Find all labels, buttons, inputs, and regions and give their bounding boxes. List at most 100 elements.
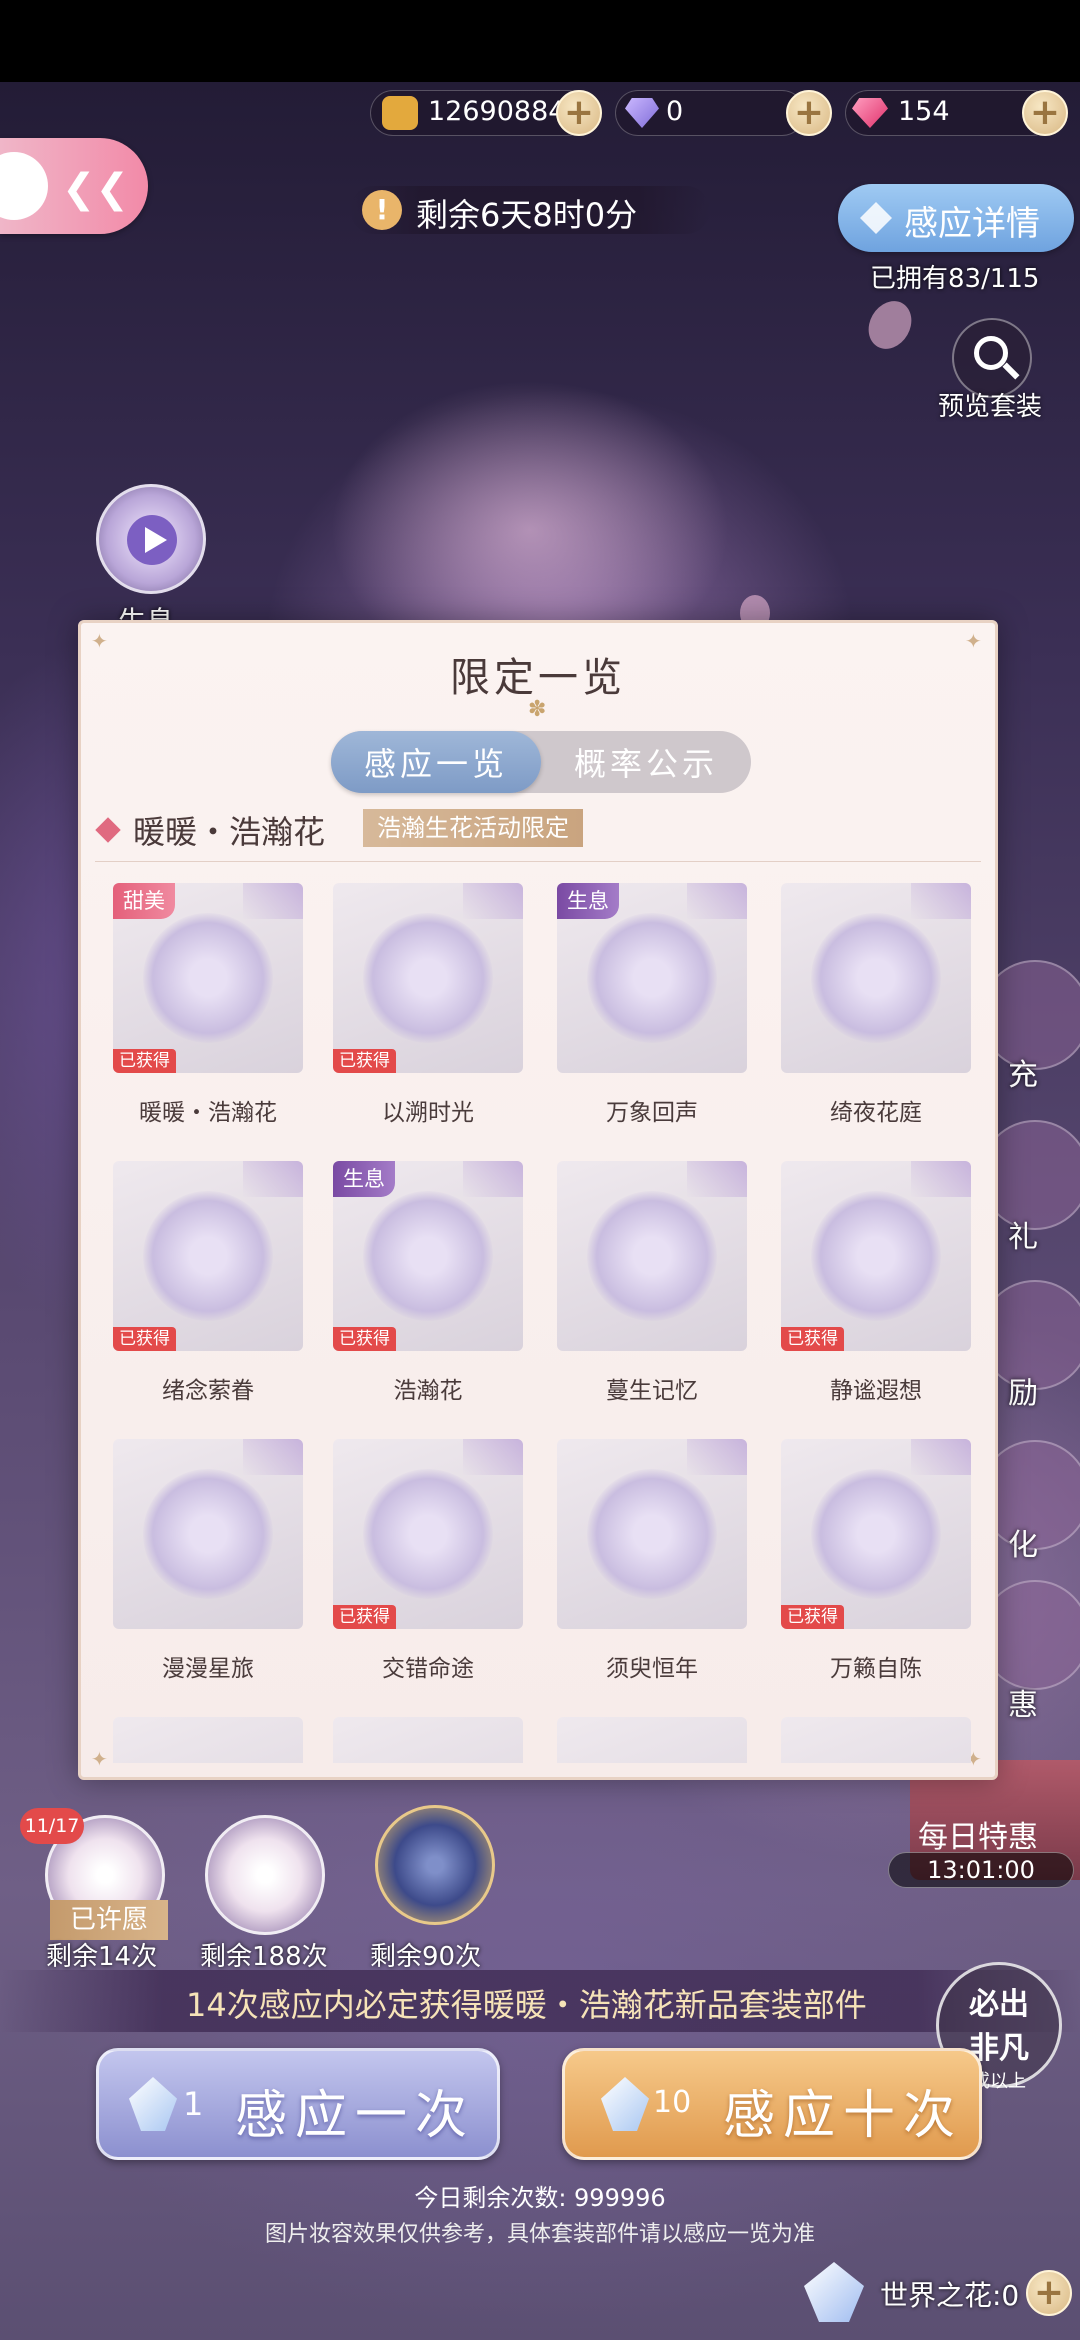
corner-flag-icon <box>687 1161 747 1197</box>
gem-amount: 154 <box>898 96 950 127</box>
set-name: 暖暖・浩瀚花 <box>133 813 326 851</box>
outfit-item-icon <box>363 913 493 1043</box>
wish-remain: 剩余188次 <box>200 1942 328 1972</box>
item-card[interactable]: 已获得 <box>333 883 523 1073</box>
obtained-badge: 已获得 <box>781 1605 844 1629</box>
play-icon <box>145 527 167 553</box>
item-name: 交错命途 <box>382 1656 474 1682</box>
item-name: 以溯时光 <box>382 1100 474 1126</box>
divider <box>95 861 981 862</box>
item-grid: 甜美 已获得 暖暖・浩瀚花 已获得 以溯时光 生息 万象回声 绮夜花庭 已获得 绪念萦眷 生息 已获得… <box>81 883 995 1763</box>
search-icon-handle <box>1002 362 1020 380</box>
outfit-item-icon <box>811 913 941 1043</box>
outfit-item-icon <box>143 1191 273 1321</box>
timer-text: 剩余6天8时0分 <box>416 196 638 234</box>
item-card[interactable] <box>557 1717 747 1763</box>
alert-icon: ! <box>362 190 402 230</box>
obtained-badge: 已获得 <box>333 1049 396 1073</box>
item-name: 万籁自陈 <box>830 1656 922 1682</box>
sense-ten-button[interactable]: 10 感应十次 <box>562 2048 982 2160</box>
side-discount-label: 惠 <box>1008 1688 1038 1723</box>
corner-flag-icon <box>463 883 523 919</box>
item-card[interactable]: 生息 <box>557 883 747 1073</box>
item-style-tag: 生息 <box>333 1161 395 1197</box>
tab-sense-overview[interactable]: 感应一览 <box>331 731 541 793</box>
item-card[interactable] <box>557 1161 747 1351</box>
item-card[interactable] <box>557 1439 747 1629</box>
disclaimer: 图片妆容效果仅供参考，具体套装部件请以感应一览为准 <box>264 2222 815 2247</box>
add-gold-button[interactable]: + <box>556 90 602 136</box>
item-card[interactable] <box>113 1717 303 1763</box>
owned-count: 已拥有83/115 <box>870 264 1040 294</box>
corner-flag-icon <box>463 1161 523 1197</box>
item-style-tag: 生息 <box>557 883 619 919</box>
outfit-item-icon <box>363 1191 493 1321</box>
item-card[interactable] <box>333 1717 523 1763</box>
world-flower-count: 世界之花:0 <box>880 2279 1020 2312</box>
item-card[interactable]: 已获得 <box>113 1161 303 1351</box>
diamond-bullet-icon <box>95 817 121 843</box>
ten-count: 10 <box>653 2085 692 2120</box>
corner-flag-icon <box>911 883 971 919</box>
daily-timer: 13:01:00 <box>888 1852 1074 1888</box>
item-card[interactable]: 已获得 <box>333 1439 523 1629</box>
tab-probability[interactable]: 概率公示 <box>541 731 751 793</box>
add-diamond-button[interactable]: + <box>786 90 832 136</box>
once-count: 1 <box>183 2085 204 2123</box>
wished-label: 已许愿 <box>50 1900 168 1940</box>
corner-flag-icon <box>463 1439 523 1475</box>
item-name: 浩瀚花 <box>393 1378 463 1404</box>
add-gem-button[interactable]: + <box>1022 90 1068 136</box>
item-card[interactable]: 已获得 <box>781 1161 971 1351</box>
corner-flag-icon <box>243 1161 303 1197</box>
wish-remain: 剩余90次 <box>370 1942 482 1972</box>
wish-item[interactable] <box>200 1810 330 1940</box>
corner-flag-icon <box>687 883 747 919</box>
item-name: 绮夜花庭 <box>830 1100 922 1126</box>
item-name: 须臾恒年 <box>606 1656 698 1682</box>
item-name: 漫漫星旅 <box>162 1656 254 1682</box>
back-button[interactable]: ❮❮ <box>0 138 148 234</box>
item-style-tag: 甜美 <box>113 883 175 919</box>
side-convert-label: 化 <box>1008 1528 1038 1563</box>
gold-amount: 12690884 <box>428 96 566 127</box>
limited-overview-panel: ✦ ✦ ✦ ✦ 限定一览 ✽ 感应一览 概率公示 暖暖・浩瀚花 浩瀚生花活动限定… <box>78 620 998 1780</box>
play-video-button[interactable] <box>96 484 206 594</box>
corner-flag-icon <box>243 883 303 919</box>
sense-once-button[interactable]: 1 感应一次 <box>96 2048 500 2160</box>
item-name: 静谧遐想 <box>830 1378 922 1404</box>
obtained-badge: 已获得 <box>113 1049 176 1073</box>
item-card[interactable] <box>113 1439 303 1629</box>
gold-cat-icon <box>382 96 418 130</box>
diamond-icon <box>860 202 892 234</box>
crystal-icon <box>129 2077 177 2131</box>
couple-portrait-icon <box>375 1805 495 1925</box>
outfit-item-icon <box>811 1191 941 1321</box>
title-ornament-icon: ✽ <box>528 697 547 722</box>
item-card[interactable]: 已获得 <box>781 1439 971 1629</box>
obtained-badge: 已获得 <box>113 1327 176 1351</box>
back-arrow-icon: ❮❮ <box>62 166 130 212</box>
panel-tabs: 感应一览 概率公示 <box>331 731 751 793</box>
side-gift-label: 礼 <box>1008 1220 1038 1255</box>
corner-flag-icon <box>243 1439 303 1475</box>
avatar-icon <box>0 152 48 220</box>
diamond-amount: 0 <box>666 96 684 127</box>
item-name: 绪念萦眷 <box>162 1378 254 1404</box>
add-world-flower-button[interactable]: + <box>1026 2270 1072 2316</box>
item-card[interactable]: 甜美 已获得 <box>113 883 303 1073</box>
item-name: 蔓生记忆 <box>606 1378 698 1404</box>
item-name: 暖暖・浩瀚花 <box>139 1100 277 1126</box>
corner-flag-icon <box>911 1439 971 1475</box>
outfit-item-icon <box>143 913 273 1043</box>
obtained-badge: 已获得 <box>781 1327 844 1351</box>
item-card[interactable] <box>781 1717 971 1763</box>
item-card[interactable] <box>781 883 971 1073</box>
outfit-item-icon <box>587 1191 717 1321</box>
corner-flag-icon <box>687 1439 747 1475</box>
item-card[interactable]: 生息 已获得 <box>333 1161 523 1351</box>
wish-item[interactable] <box>370 1800 500 1930</box>
wish-remain: 剩余14次 <box>46 1942 158 1972</box>
sense-detail-button[interactable]: 感应详情 <box>838 184 1074 252</box>
outfit-item-icon <box>143 1469 273 1599</box>
